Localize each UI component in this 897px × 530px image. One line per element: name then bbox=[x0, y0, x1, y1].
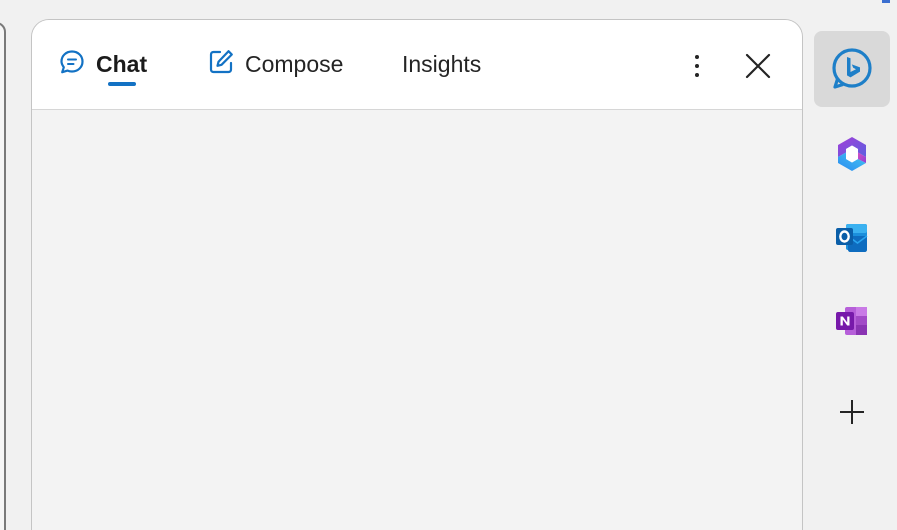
sidebar-item-microsoft-365[interactable] bbox=[814, 116, 890, 192]
underlying-window-edge bbox=[0, 22, 6, 530]
chat-bubble-icon bbox=[58, 48, 86, 81]
tab-compose-label: Compose bbox=[245, 50, 344, 77]
pane-header: Chat Compose Insights bbox=[32, 20, 802, 110]
bing-chat-icon bbox=[832, 48, 872, 89]
copilot-pane: Chat Compose Insights bbox=[31, 19, 803, 530]
sidebar-item-bing[interactable] bbox=[814, 31, 890, 107]
compose-icon bbox=[207, 48, 235, 81]
tab-insights-label: Insights bbox=[402, 50, 482, 77]
tab-chat-label: Chat bbox=[96, 50, 148, 77]
browser-window: Chat Compose Insights bbox=[0, 0, 897, 530]
onenote-icon bbox=[836, 307, 867, 335]
outlook-icon bbox=[836, 224, 868, 252]
tab-compose[interactable]: Compose bbox=[207, 44, 343, 84]
sidebar-item-onenote[interactable] bbox=[814, 283, 890, 359]
edge-sidebar bbox=[806, 0, 897, 530]
tab-insights[interactable]: Insights bbox=[402, 44, 481, 84]
more-options-button[interactable] bbox=[684, 50, 710, 82]
microsoft-365-icon bbox=[838, 137, 866, 171]
add-icon bbox=[840, 400, 864, 424]
window-corner-mark bbox=[882, 0, 890, 3]
close-icon bbox=[745, 53, 771, 79]
sidebar-add-button[interactable] bbox=[814, 374, 890, 450]
selected-tab-indicator bbox=[108, 82, 136, 86]
sidebar-item-outlook[interactable] bbox=[814, 199, 890, 275]
tab-chat[interactable]: Chat bbox=[58, 44, 147, 84]
close-button[interactable] bbox=[742, 50, 774, 82]
more-vertical-icon bbox=[695, 55, 699, 59]
